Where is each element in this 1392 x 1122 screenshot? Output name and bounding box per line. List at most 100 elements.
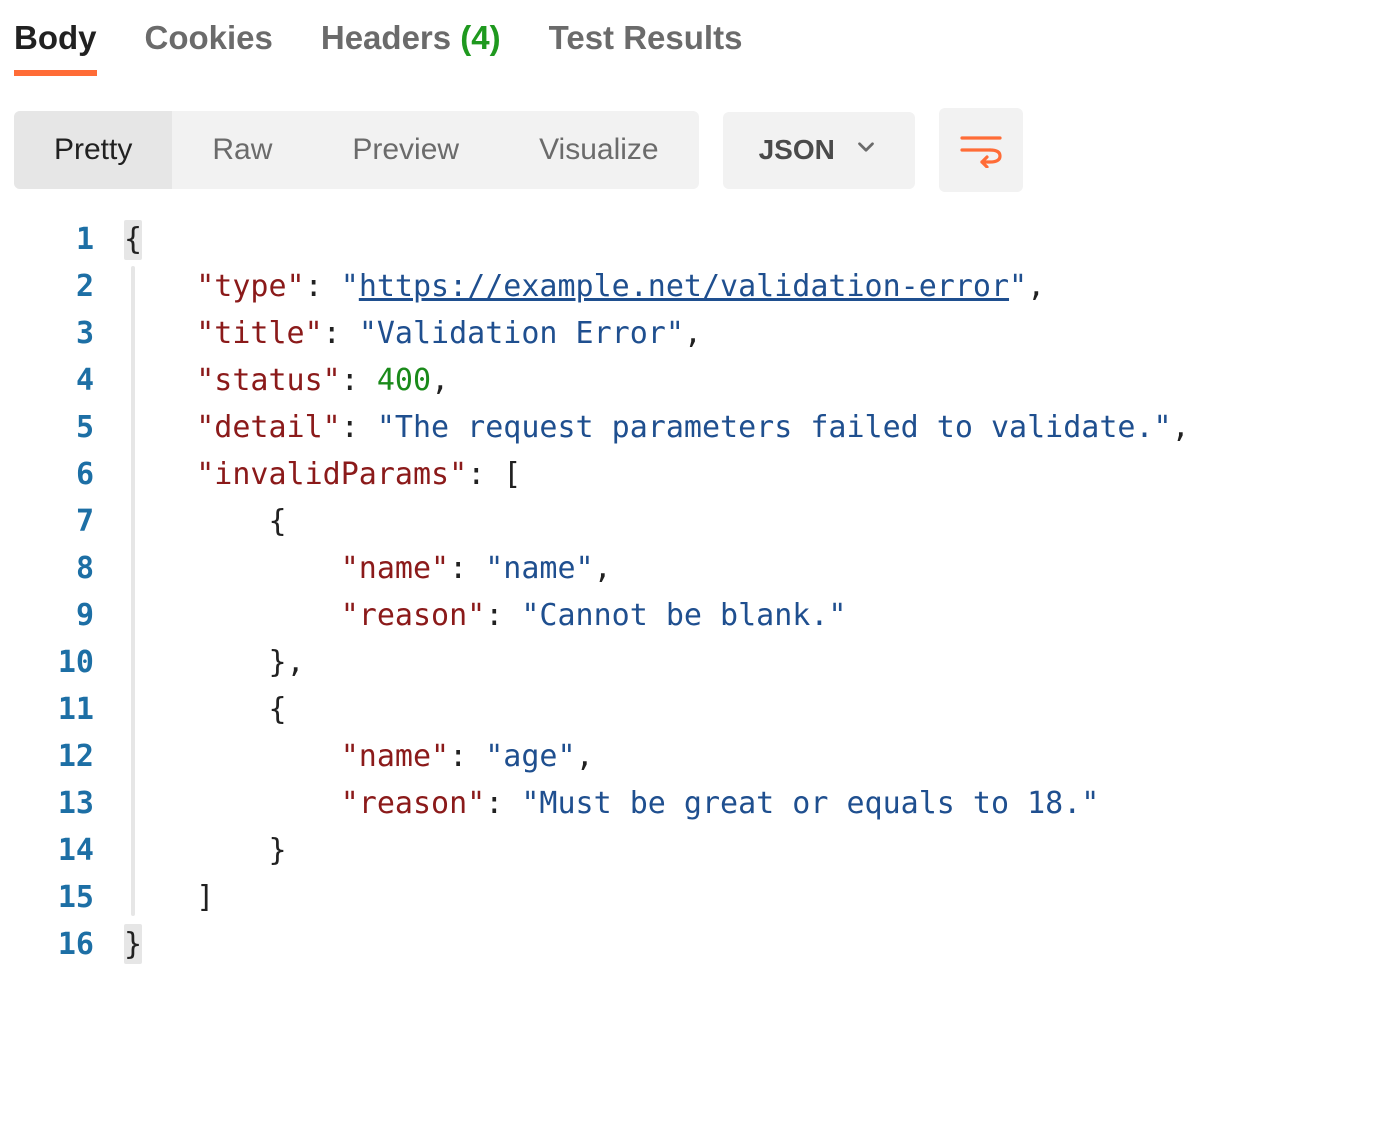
code-line[interactable]: "detail": "The request parameters failed… [124,404,1190,451]
code-token: : [ [467,457,521,492]
line-number: 9 [14,592,98,639]
line-wrap-icon [960,132,1002,168]
line-number: 12 [14,733,98,780]
line-number: 3 [14,310,98,357]
code-token: " [341,269,359,304]
tab-headers-count: (4) [460,19,500,56]
code-token: , [684,316,702,351]
line-number: 5 [14,404,98,451]
line-number: 6 [14,451,98,498]
chevron-down-icon [853,134,879,167]
code-token [124,269,196,304]
code-token [124,551,341,586]
code-line[interactable]: { [124,498,1190,545]
code-token: "name" [341,551,449,586]
code-line[interactable]: } [124,921,1190,968]
line-number: 4 [14,357,98,404]
line-number: 14 [14,827,98,874]
view-mode-switcher: Pretty Raw Preview Visualize [14,111,699,189]
code-token: : [485,786,521,821]
view-mode-visualize[interactable]: Visualize [499,111,699,189]
view-mode-pretty[interactable]: Pretty [14,111,172,189]
code-token: : [323,316,359,351]
code-line[interactable]: ] [124,874,1190,921]
code-token: : [449,739,485,774]
code-line[interactable]: "title": "Validation Error", [124,310,1190,357]
code-token: , [1172,410,1190,445]
code-token: "name" [341,739,449,774]
code-token [124,316,196,351]
line-number: 16 [14,921,98,968]
code-line[interactable]: { [124,686,1190,733]
line-number-gutter: 12345678910111213141516 [14,216,124,968]
code-token: "Validation Error" [359,316,684,351]
code-line[interactable]: } [124,827,1190,874]
code-token: https://example.net/validation-error [359,269,1009,304]
code-token: { [124,504,287,539]
code-token: { [124,222,142,257]
code-token: "Must be great or equals to 18." [521,786,1099,821]
code-token: " [1009,269,1027,304]
format-dropdown[interactable]: JSON [723,112,915,189]
line-number: 13 [14,780,98,827]
code-token [124,598,341,633]
response-toolbar: Pretty Raw Preview Visualize JSON [14,108,1378,192]
tab-body[interactable]: Body [14,20,97,76]
tab-test-results[interactable]: Test Results [549,20,743,76]
code-token: , [576,739,594,774]
code-token: } [124,927,142,962]
line-number: 2 [14,263,98,310]
tab-headers[interactable]: Headers (4) [321,20,501,76]
view-mode-raw[interactable]: Raw [172,111,312,189]
line-number: 1 [14,216,98,263]
code-token: : [485,598,521,633]
line-wrap-button[interactable] [939,108,1023,192]
code-line[interactable]: }, [124,639,1190,686]
tab-cookies[interactable]: Cookies [145,20,273,76]
code-token: "type" [196,269,304,304]
code-token: , [431,363,449,398]
code-token: "invalidParams" [196,457,467,492]
code-token: "The request parameters failed to valida… [377,410,1172,445]
code-token: 400 [377,363,431,398]
code-token: "name" [485,551,593,586]
code-token: { [124,692,287,727]
view-mode-preview[interactable]: Preview [312,111,499,189]
tab-headers-label: Headers [321,19,451,56]
code-token [124,410,196,445]
code-token: "reason" [341,786,486,821]
code-token [124,457,196,492]
code-token: "Cannot be blank." [521,598,846,633]
code-content[interactable]: { "type": "https://example.net/validatio… [124,216,1190,968]
code-line[interactable]: "type": "https://example.net/validation-… [124,263,1190,310]
code-token: : [305,269,341,304]
code-token: "detail" [196,410,341,445]
code-line[interactable]: "reason": "Must be great or equals to 18… [124,780,1190,827]
line-number: 7 [14,498,98,545]
code-token [124,739,341,774]
code-token: "reason" [341,598,486,633]
code-token [124,786,341,821]
code-token: } [124,833,287,868]
line-number: 10 [14,639,98,686]
code-token: : [341,363,377,398]
code-token: "title" [196,316,322,351]
code-token: "age" [485,739,575,774]
line-number: 15 [14,874,98,921]
code-line[interactable]: "name": "age", [124,733,1190,780]
code-line[interactable]: "reason": "Cannot be blank." [124,592,1190,639]
line-number: 11 [14,686,98,733]
line-number: 8 [14,545,98,592]
response-body-viewer: 12345678910111213141516 { "type": "https… [14,216,1378,968]
format-dropdown-label: JSON [759,134,835,166]
code-token: "status" [196,363,341,398]
code-line[interactable]: { [124,216,1190,263]
code-line[interactable]: "status": 400, [124,357,1190,404]
response-tabs: Body Cookies Headers (4) Test Results [14,20,1378,98]
code-token: ] [124,880,214,915]
code-line[interactable]: "name": "name", [124,545,1190,592]
code-token: : [341,410,377,445]
code-line[interactable]: "invalidParams": [ [124,451,1190,498]
code-token: : [449,551,485,586]
code-token: , [1027,269,1045,304]
